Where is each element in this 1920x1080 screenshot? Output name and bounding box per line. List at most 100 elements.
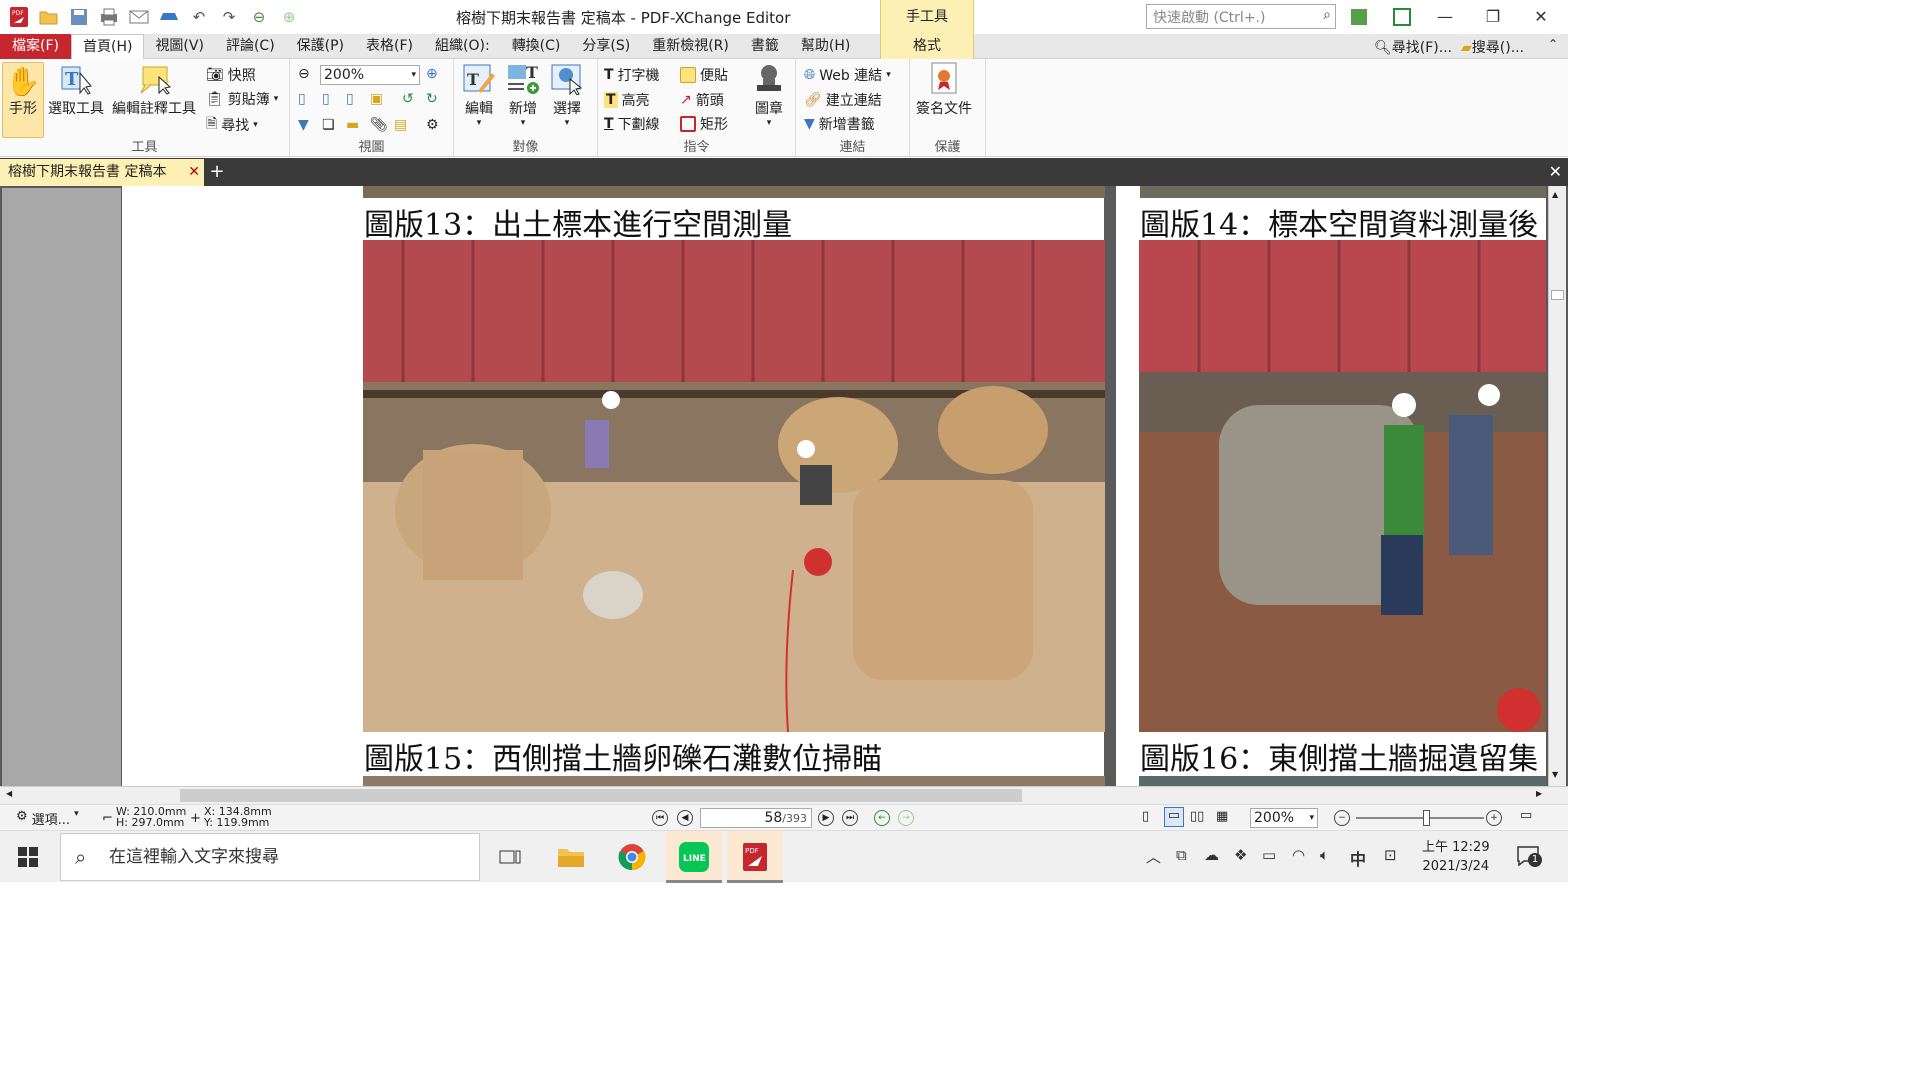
save-icon[interactable] [66, 4, 92, 30]
zoom-in-icon[interactable]: ⊕ [426, 66, 438, 82]
menu-form[interactable]: 表格(F) [355, 34, 424, 59]
fit-visible-icon[interactable]: ▣ [370, 91, 383, 107]
restore-button[interactable]: ❐ [1470, 0, 1516, 34]
status-zoom-combo[interactable]: 200% ▾ [1250, 808, 1318, 828]
app-logo-icon[interactable]: PDF [6, 4, 32, 30]
fullscreen-icon[interactable] [1389, 4, 1415, 30]
clipboard-button[interactable]: 📋︎ 剪貼簿 ▾ [206, 89, 278, 109]
arrow-button[interactable]: ↗ 箭頭 [680, 90, 724, 110]
context-tab-format[interactable]: 格式 [880, 34, 974, 59]
ime-mode-icon[interactable]: ⊡ [1384, 846, 1397, 864]
scroll-down-icon[interactable]: ▼ [1552, 770, 1558, 779]
select-objects-button[interactable]: 選擇 ▾ [550, 62, 584, 128]
prev-page-icon[interactable]: ◀ [677, 810, 693, 826]
document-view[interactable]: 圖版13：出土標本進行空間測量 圖版15：西側擋土牆卵礫石灘數位掃瞄 圖版14：… [0, 186, 1568, 786]
open-folder-icon[interactable] [36, 4, 62, 30]
zoom-out-icon[interactable]: ⊖ [298, 66, 310, 82]
single-page-icon[interactable]: ▯ [1142, 809, 1149, 824]
back-icon[interactable]: ⊖ [246, 4, 272, 30]
select-tool-button[interactable]: T 選取工具 [48, 62, 104, 118]
email-icon[interactable] [126, 4, 152, 30]
document-tab[interactable]: 榕樹下期末報告書 定稿本 ✕ [0, 159, 204, 186]
page-number-field[interactable]: 58/393 [700, 808, 812, 828]
menu-protect[interactable]: 保護(P) [286, 34, 355, 59]
snapshot-button[interactable]: 📷︎ 快照 [206, 65, 256, 85]
forward-icon[interactable]: ⊕ [276, 4, 302, 30]
zoom-slider[interactable] [1356, 817, 1484, 819]
file-explorer-icon[interactable] [543, 831, 599, 883]
close-tab-icon[interactable]: ✕ [188, 159, 200, 186]
line-app-icon[interactable]: LINE [666, 831, 722, 883]
start-windows-icon[interactable] [18, 847, 38, 871]
menu-view[interactable]: 視圖(V) [144, 34, 215, 59]
context-tab-hand-tools[interactable]: 手工具 [880, 0, 974, 34]
next-view-icon[interactable]: → [898, 810, 914, 826]
minimize-button[interactable]: — [1422, 0, 1468, 34]
clock[interactable]: 上午 12:29 2021/3/24 [1422, 838, 1490, 876]
wifi-icon[interactable]: ◠ [1292, 846, 1305, 864]
attachments-icon[interactable]: 📎︎ [370, 117, 388, 133]
last-page-icon[interactable]: ⏭ [842, 810, 858, 826]
collapse-ribbon-icon[interactable]: ⌃ [1548, 37, 1558, 51]
menu-review[interactable]: 重新檢視(R) [641, 34, 740, 59]
show-hidden-icons-icon[interactable]: ︿ [1146, 846, 1161, 867]
continuous-page-icon[interactable]: ▭ [1164, 807, 1184, 827]
bookmark-icon[interactable]: ▼ [298, 117, 309, 133]
fit-page-icon[interactable]: ▯ [322, 91, 330, 107]
scroll-left-icon[interactable]: ◀ [6, 789, 12, 798]
previous-view-icon[interactable]: ← [874, 810, 890, 826]
hand-tool-button[interactable]: ✋ 手形 [2, 62, 44, 138]
highlight-button[interactable]: T 高亮 [604, 90, 650, 110]
fit-width-icon[interactable]: ▯ [346, 91, 354, 107]
chrome-icon[interactable] [604, 831, 660, 883]
comments-icon[interactable]: ▬ [346, 117, 359, 133]
new-tab-icon[interactable]: + [206, 158, 228, 186]
menu-bookmarks[interactable]: 書籤 [740, 34, 790, 59]
onedrive-icon[interactable]: ☁ [1204, 846, 1219, 864]
edit-annotations-button[interactable]: 編輯註釋工具 [112, 62, 196, 118]
first-page-icon[interactable]: ⏮ [652, 810, 668, 826]
task-view-icon[interactable] [482, 831, 538, 883]
scroll-up-icon[interactable]: ▲ [1552, 190, 1558, 199]
create-link-button[interactable]: 🔗︎ 建立連結 [804, 90, 882, 110]
redo-icon[interactable]: ↷ [216, 4, 242, 30]
status-zoom-in-icon[interactable]: + [1486, 810, 1502, 826]
menu-organize[interactable]: 組織(O): [424, 34, 501, 59]
sign-document-button[interactable]: 簽名文件 [916, 62, 972, 118]
edit-objects-button[interactable]: T 編輯 ▾ [462, 62, 496, 128]
vertical-scrollbar[interactable]: ▲ ▼ [1548, 186, 1566, 786]
facing-pages-icon[interactable]: ▯▯ [1190, 809, 1204, 824]
print-icon[interactable] [96, 4, 122, 30]
zoom-slider-thumb[interactable] [1423, 810, 1430, 826]
meet-now-icon[interactable]: ⧉ [1176, 846, 1187, 864]
ime-indicator[interactable]: 中 [1350, 846, 1366, 870]
menu-help[interactable]: 幫助(H) [790, 34, 861, 59]
dropbox-icon[interactable]: ❖ [1234, 846, 1247, 864]
scan-icon[interactable] [156, 4, 182, 30]
rotate-left-icon[interactable]: ↺ [402, 91, 414, 107]
add-bookmark-button[interactable]: ▼ 新增書籤 [804, 114, 875, 134]
close-document-icon[interactable]: ✕ [1549, 158, 1562, 186]
battery-icon[interactable]: ▭ [1262, 846, 1276, 864]
underline-button[interactable]: T 下劃線 [604, 114, 660, 134]
vertical-scroll-thumb[interactable] [1551, 290, 1564, 300]
notification-center-icon[interactable]: 1 [1516, 845, 1542, 871]
ui-options-icon[interactable] [1346, 4, 1372, 30]
find-tool-button[interactable]: 🗎 尋找 ▾ [206, 113, 258, 137]
typewriter-button[interactable]: T 打字機 [604, 65, 660, 85]
undo-icon[interactable]: ↶ [186, 4, 212, 30]
actual-size-icon[interactable]: ▯ [298, 91, 306, 107]
web-links-button[interactable]: 🌐︎ Web 連結 ▾ [804, 65, 891, 85]
window-layout-icon[interactable]: ▭ [1520, 808, 1532, 823]
menu-file[interactable]: 檔案(F) [0, 33, 71, 59]
next-page-icon[interactable]: ▶ [818, 810, 834, 826]
scroll-right-icon[interactable]: ▶ [1536, 789, 1542, 798]
sticky-note-button[interactable]: 便貼 [680, 65, 728, 85]
find-button[interactable]: 🔍︎尋找(F)... [1374, 37, 1452, 57]
volume-icon[interactable]: 🔈︎ [1320, 846, 1329, 864]
menu-comment[interactable]: 評論(C) [215, 34, 286, 59]
rotate-right-icon[interactable]: ↻ [426, 91, 438, 107]
close-button[interactable]: ✕ [1518, 0, 1564, 34]
menu-share[interactable]: 分享(S) [571, 34, 641, 59]
horizontal-scroll-thumb[interactable] [180, 789, 1022, 802]
